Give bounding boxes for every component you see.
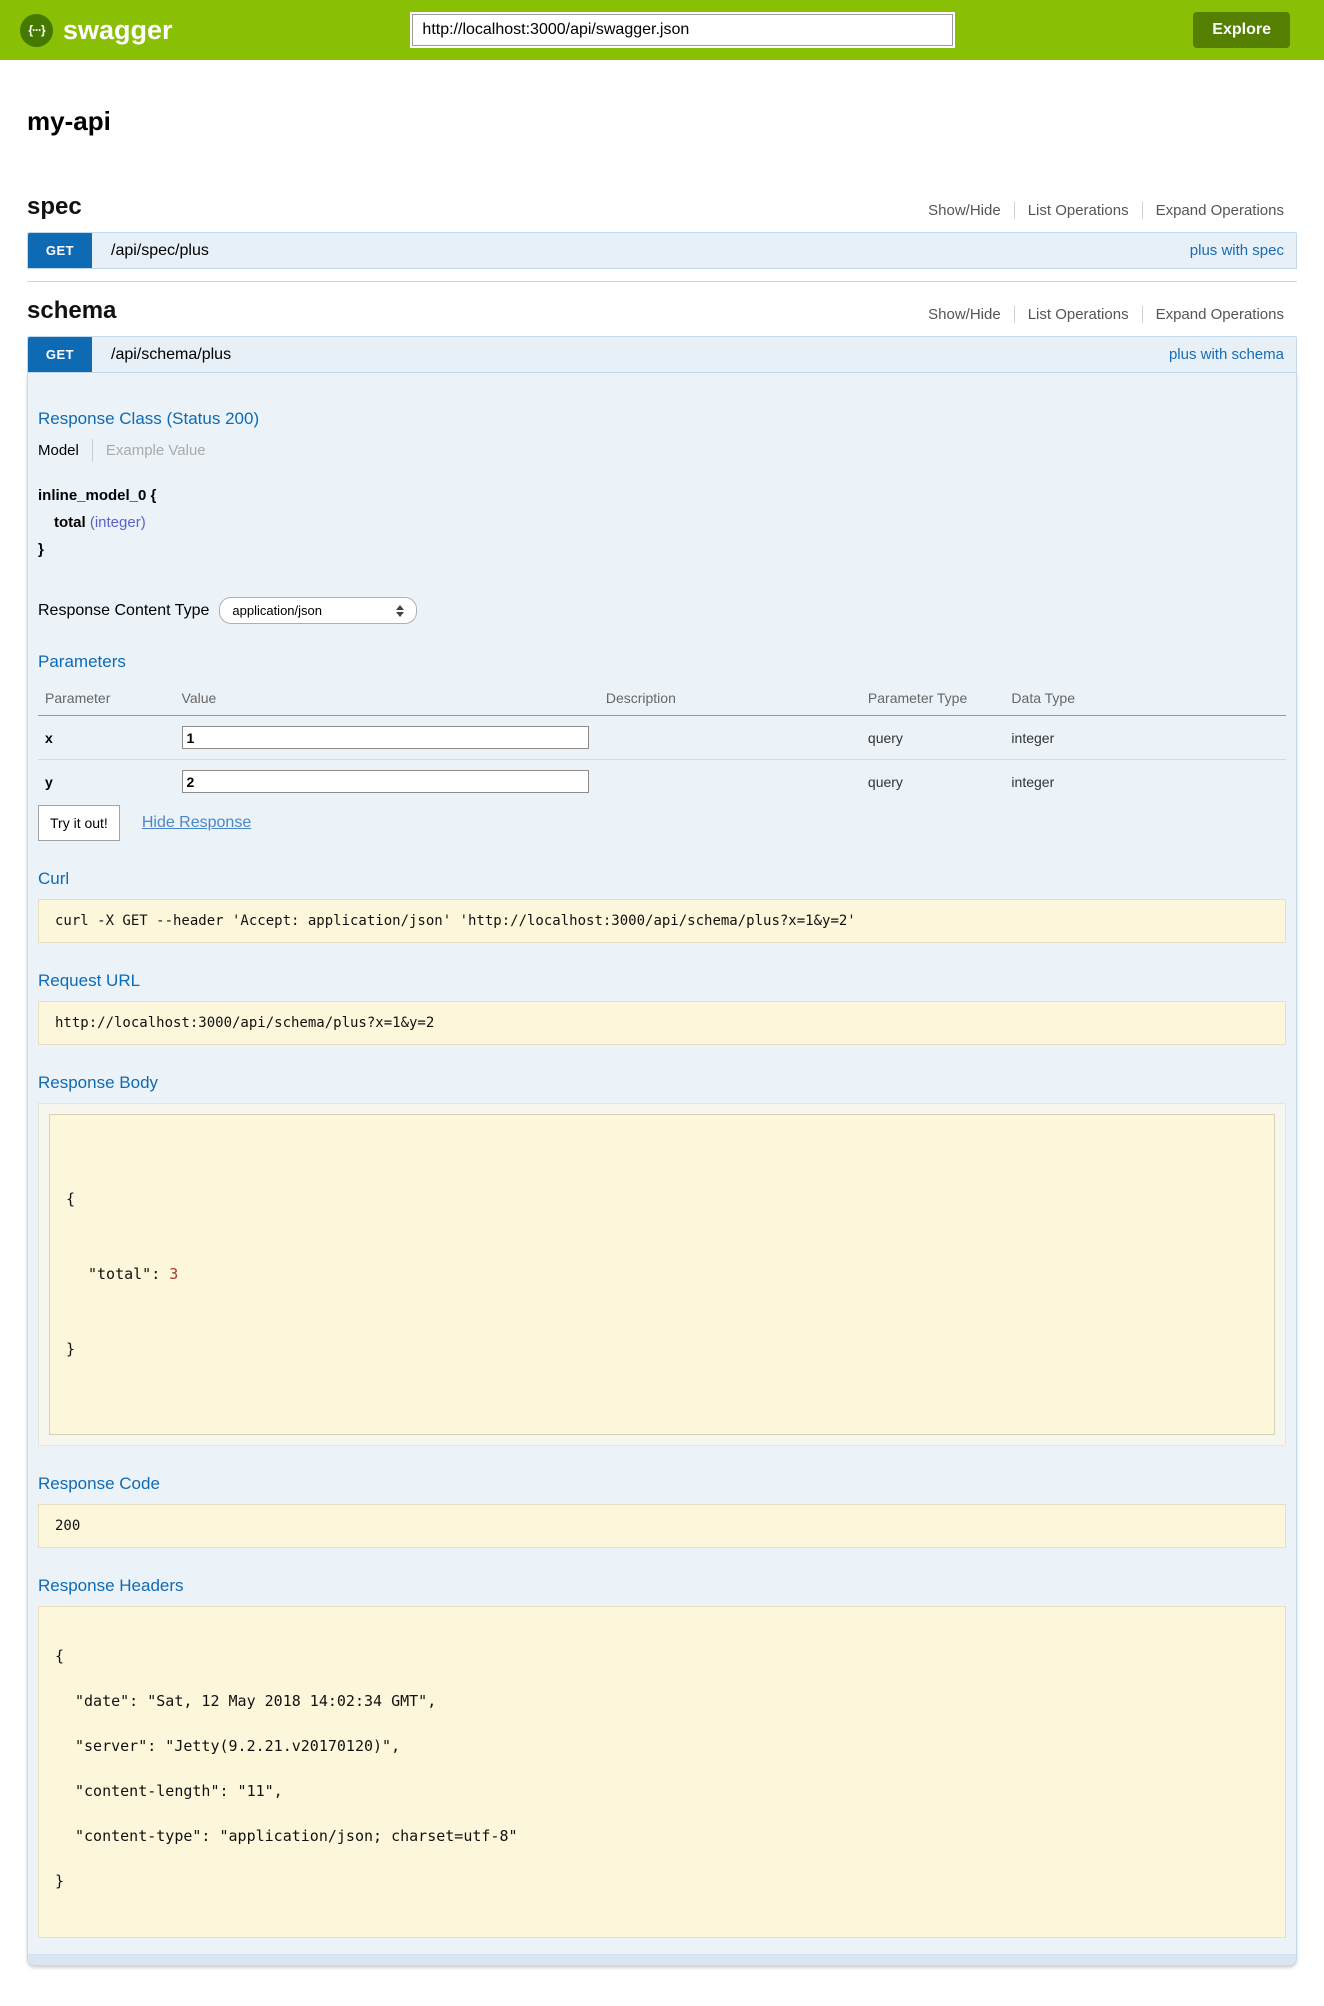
- try-it-out-button[interactable]: Try it out!: [38, 805, 120, 841]
- response-headers-value: { "date": "Sat, 12 May 2018 14:02:34 GMT…: [38, 1606, 1286, 1938]
- model-signature: inline_model_0 { total (integer) }: [38, 482, 1286, 563]
- schema-expand-operations-link[interactable]: Expand Operations: [1142, 306, 1297, 323]
- schema-operation-path[interactable]: /api/schema/plus: [111, 346, 231, 364]
- schema-section-options: Show/Hide List Operations Expand Operati…: [928, 306, 1297, 323]
- schema-operation-summary[interactable]: plus with schema: [1169, 346, 1284, 363]
- response-class-heading: Response Class (Status 200): [38, 409, 1286, 429]
- explore-button[interactable]: Explore: [1193, 12, 1290, 48]
- swagger-brand[interactable]: {···} swagger: [20, 14, 173, 47]
- spec-section-options: Show/Hide List Operations Expand Operati…: [928, 202, 1297, 219]
- parameter-row-x: x query integer: [38, 716, 1286, 760]
- model-tabs: Model Example Value: [38, 439, 1286, 462]
- request-url-value: http://localhost:3000/api/schema/plus?x=…: [38, 1001, 1286, 1045]
- model-property-name: total: [54, 514, 86, 531]
- parameter-description: [606, 716, 868, 760]
- spec-list-operations-link[interactable]: List Operations: [1014, 202, 1142, 219]
- col-parameter-type: Parameter Type: [868, 686, 1012, 716]
- schema-section: schema Show/Hide List Operations Expand …: [27, 299, 1297, 1966]
- hide-response-link[interactable]: Hide Response: [142, 814, 251, 832]
- json-key: "total": [88, 1265, 151, 1283]
- headers-close-brace: }: [55, 1874, 1269, 1889]
- header-line-server: "server": "Jetty(9.2.21.v20170120)",: [55, 1739, 1269, 1754]
- parameter-y-input[interactable]: [182, 770, 589, 793]
- main-content: my-api spec Show/Hide List Operations Ex…: [0, 106, 1324, 2006]
- spec-get-operation-row[interactable]: GET /api/spec/plus plus with spec: [27, 232, 1297, 269]
- tab-model[interactable]: Model: [38, 439, 92, 462]
- get-method-badge: GET: [28, 337, 92, 372]
- parameter-data-type: integer: [1011, 760, 1286, 804]
- tab-example-value[interactable]: Example Value: [92, 439, 219, 462]
- response-code-value: 200: [38, 1504, 1286, 1548]
- actions-row: Try it out! Hide Response: [38, 805, 1286, 841]
- content-bottom-bar: [28, 1954, 1296, 1965]
- schema-show-hide-link[interactable]: Show/Hide: [928, 306, 1014, 323]
- spec-operation-path[interactable]: /api/spec/plus: [111, 242, 209, 260]
- json-value: 3: [169, 1265, 178, 1283]
- response-body-heading: Response Body: [38, 1073, 1286, 1093]
- json-total-line: "total": 3: [66, 1262, 1258, 1287]
- schema-list-operations-link[interactable]: List Operations: [1014, 306, 1142, 323]
- spec-section-title: spec: [27, 195, 82, 219]
- page-title: my-api: [27, 106, 1297, 137]
- spec-show-hide-link[interactable]: Show/Hide: [928, 202, 1014, 219]
- swagger-logo-icon: {···}: [20, 14, 53, 47]
- col-value: Value: [182, 686, 606, 716]
- spec-expand-operations-link[interactable]: Expand Operations: [1142, 202, 1297, 219]
- parameters-header-row: Parameter Value Description Parameter Ty…: [38, 686, 1286, 716]
- response-headers-heading: Response Headers: [38, 1576, 1286, 1596]
- response-code-heading: Response Code: [38, 1474, 1286, 1494]
- parameter-name: x: [38, 716, 182, 760]
- spec-section-head: spec Show/Hide List Operations Expand Op…: [27, 195, 1297, 219]
- schema-get-operation-row[interactable]: GET /api/schema/plus plus with schema: [27, 336, 1297, 373]
- col-data-type: Data Type: [1011, 686, 1286, 716]
- parameter-value-cell: [182, 716, 606, 760]
- headers-open-brace: {: [55, 1649, 1269, 1664]
- request-url-heading: Request URL: [38, 971, 1286, 991]
- spec-section: spec Show/Hide List Operations Expand Op…: [27, 195, 1297, 269]
- parameter-x-input[interactable]: [182, 726, 589, 749]
- spec-operation-summary[interactable]: plus with spec: [1190, 242, 1284, 259]
- selected-content-type: application/json: [232, 603, 322, 618]
- model-property-line: total (integer): [38, 509, 1286, 536]
- select-arrows-icon: [396, 605, 404, 617]
- response-body: { "total": 3 }: [38, 1103, 1286, 1446]
- response-content-type-row: Response Content Type application/json: [38, 597, 1286, 624]
- parameter-name: y: [38, 760, 182, 804]
- response-body-json: { "total": 3 }: [49, 1114, 1275, 1435]
- json-colon: :: [151, 1265, 169, 1283]
- model-property-type: (integer): [90, 514, 146, 531]
- parameter-data-type: integer: [1011, 716, 1286, 760]
- schema-operation-content: Response Class (Status 200) Model Exampl…: [27, 373, 1297, 1966]
- json-close-brace: }: [66, 1337, 1258, 1362]
- parameter-type: query: [868, 760, 1012, 804]
- parameter-value-cell: [182, 760, 606, 804]
- header-line-date: "date": "Sat, 12 May 2018 14:02:34 GMT",: [55, 1694, 1269, 1709]
- col-parameter: Parameter: [38, 686, 182, 716]
- parameter-type: query: [868, 716, 1012, 760]
- header-line-content-length: "content-length": "11",: [55, 1784, 1269, 1799]
- json-open-brace: {: [66, 1187, 1258, 1212]
- get-method-badge: GET: [28, 233, 92, 268]
- schema-section-title: schema: [27, 299, 116, 323]
- parameters-heading: Parameters: [38, 652, 1286, 672]
- response-content-type-select[interactable]: application/json: [219, 597, 417, 624]
- curl-heading: Curl: [38, 869, 1286, 889]
- parameter-row-y: y query integer: [38, 760, 1286, 804]
- curl-command: curl -X GET --header 'Accept: applicatio…: [38, 899, 1286, 943]
- model-close-line: }: [38, 536, 1286, 563]
- section-divider: [27, 281, 1297, 282]
- schema-section-head: schema Show/Hide List Operations Expand …: [27, 299, 1297, 323]
- parameters-table: Parameter Value Description Parameter Ty…: [38, 686, 1286, 803]
- brand-name: swagger: [63, 17, 173, 44]
- parameter-description: [606, 760, 868, 804]
- topbar: {···} swagger Explore: [0, 0, 1324, 60]
- col-description: Description: [606, 686, 868, 716]
- header-line-content-type: "content-type": "application/json; chars…: [55, 1829, 1269, 1844]
- model-open-line: inline_model_0 {: [38, 482, 1286, 509]
- spec-url-input[interactable]: [410, 12, 955, 48]
- response-content-type-label: Response Content Type: [38, 602, 209, 620]
